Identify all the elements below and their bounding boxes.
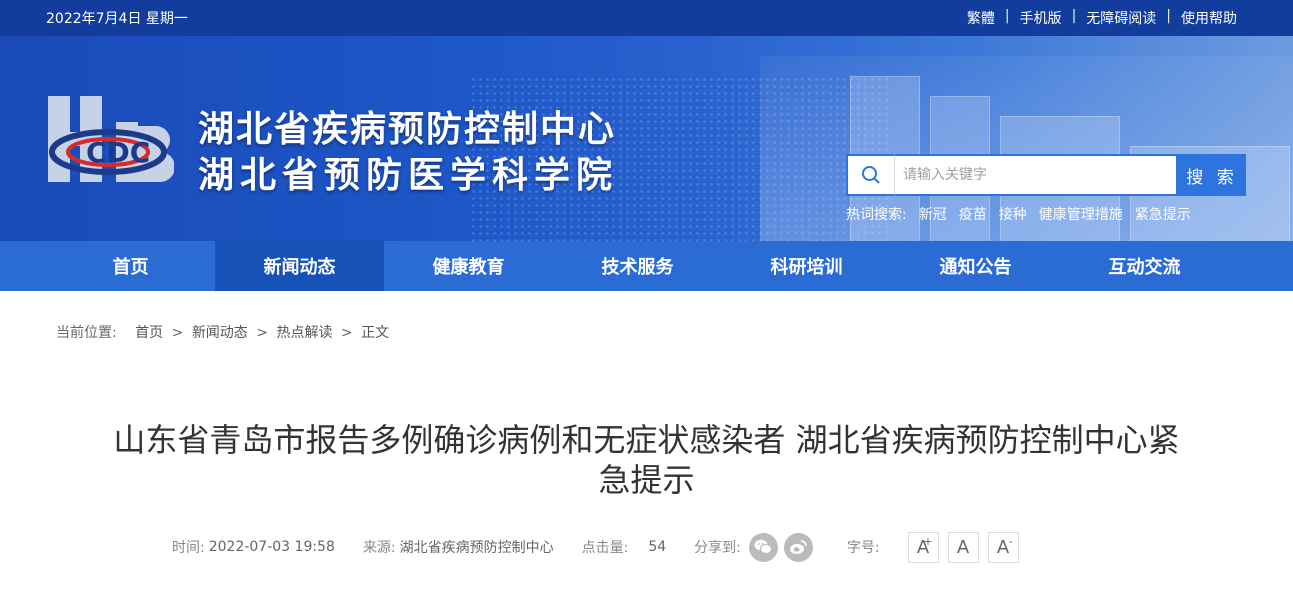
hot-keyword-vaccination[interactable]: 接种 [999,204,1027,224]
site-title-cdc: 湖北省疾病预防控制中心 [198,109,617,150]
hot-keyword-vaccine[interactable]: 疫苗 [959,204,987,224]
traditional-chinese-link[interactable]: 繁體 [967,8,995,28]
link-separator: | [1004,8,1010,24]
mobile-version-link[interactable]: 手机版 [1020,8,1062,28]
nav-item-news[interactable]: 新闻动态 [215,241,384,291]
hbcdc-logo-icon[interactable]: CDC [46,92,175,186]
hot-keyword-covid[interactable]: 新冠 [919,204,947,224]
breadcrumb-label: 当前位置: [56,325,117,341]
breadcrumb: 当前位置: 首页 > 新闻动态 > 热点解读 > 正文 [56,322,389,342]
share-label: 分享到: [694,540,741,556]
hot-keyword-urgent-notice[interactable]: 紧急提示 [1135,204,1191,224]
link-separator: | [1071,8,1077,24]
publish-time: 时间: 2022-07-03 19:58 [172,537,335,557]
search-icon[interactable] [846,154,894,196]
hot-keyword-health-measures[interactable]: 健康管理措施 [1039,204,1123,224]
publish-time-label: 时间: [172,540,205,556]
breadcrumb-separator: > [171,325,184,341]
article-title-line2: 急提示 [598,461,695,499]
source-label: 来源: [362,540,396,556]
header-banner: CDC 湖北省疾病预防控制中心 湖北省预防医学科学院 搜 索 热词搜索: 新冠 … [0,36,1293,241]
wechat-icon[interactable] [748,532,778,562]
search-input[interactable] [894,154,1178,196]
nav-item-technical-services[interactable]: 技术服务 [553,241,722,291]
click-count: 点击量: 54 [582,537,667,557]
breadcrumb-separator: > [340,325,353,341]
publish-time-value: 2022-07-03 19:58 [208,539,335,555]
accessibility-link[interactable]: 无障碍阅读 [1086,8,1156,28]
click-count-value: 54 [648,539,667,555]
article-source: 来源: 湖北省疾病预防控制中心 [363,537,554,557]
font-size-group: 字号: A + A A- [846,531,1019,563]
font-decrease-mark: - [1008,534,1013,548]
font-size-label: 字号: [846,540,880,556]
source-value: 湖北省疾病预防控制中心 [399,540,554,556]
font-default-button[interactable]: A [947,531,979,563]
help-link[interactable]: 使用帮助 [1181,8,1237,28]
nav-item-notices[interactable]: 通知公告 [891,241,1060,291]
hot-search-label: 热词搜索: [846,207,907,223]
nav-item-interaction[interactable]: 互动交流 [1060,241,1229,291]
font-decrease-letter: A [996,536,1010,558]
breadcrumb-hot-topics[interactable]: 热点解读 [276,325,332,341]
svg-text:CDC: CDC [86,136,150,169]
search-box: 搜 索 [846,154,1246,196]
main-nav: 首页 新闻动态 健康教育 技术服务 科研培训 通知公告 互动交流 [0,241,1293,291]
search-button[interactable]: 搜 索 [1178,154,1246,196]
breadcrumb-current[interactable]: 正文 [361,325,389,341]
nav-item-research-training[interactable]: 科研培训 [722,241,891,291]
font-increase-button[interactable]: A + [907,531,939,563]
nav-item-health-education[interactable]: 健康教育 [384,241,553,291]
link-separator: | [1166,8,1171,24]
top-bar: 2022年7月4日 星期一 繁體 | 手机版 | 无障碍阅读 | 使用帮助 [0,0,1293,36]
weibo-icon[interactable] [783,532,813,562]
site-title-academy: 湖北省预防医学科学院 [198,155,619,196]
font-increase-mark: + [923,534,933,548]
breadcrumb-news[interactable]: 新闻动态 [192,325,248,341]
article-title: 山东省青岛市报告多例确诊病例和无症状感染者 湖北省疾病预防控制中心紧 急提示 [40,420,1253,500]
top-links: 繁體 | 手机版 | 无障碍阅读 | 使用帮助 [967,8,1237,28]
article-title-line1: 山东省青岛市报告多例确诊病例和无症状感染者 湖北省疾病预防控制中心紧 [113,421,1180,459]
article-meta: 时间: 2022-07-03 19:58 来源: 湖北省疾病预防控制中心 点击量… [172,531,1019,563]
current-date: 2022年7月4日 星期一 [46,11,188,27]
font-decrease-button[interactable]: A- [987,531,1019,563]
font-default-letter: A [956,536,970,558]
share-group: 分享到: [694,532,813,562]
breadcrumb-separator: > [256,325,268,341]
breadcrumb-home[interactable]: 首页 [135,325,163,341]
nav-item-home[interactable]: 首页 [46,241,215,291]
hot-search: 热词搜索: 新冠 疫苗 接种 健康管理措施 紧急提示 [846,204,1191,224]
click-count-label: 点击量: [581,540,629,556]
